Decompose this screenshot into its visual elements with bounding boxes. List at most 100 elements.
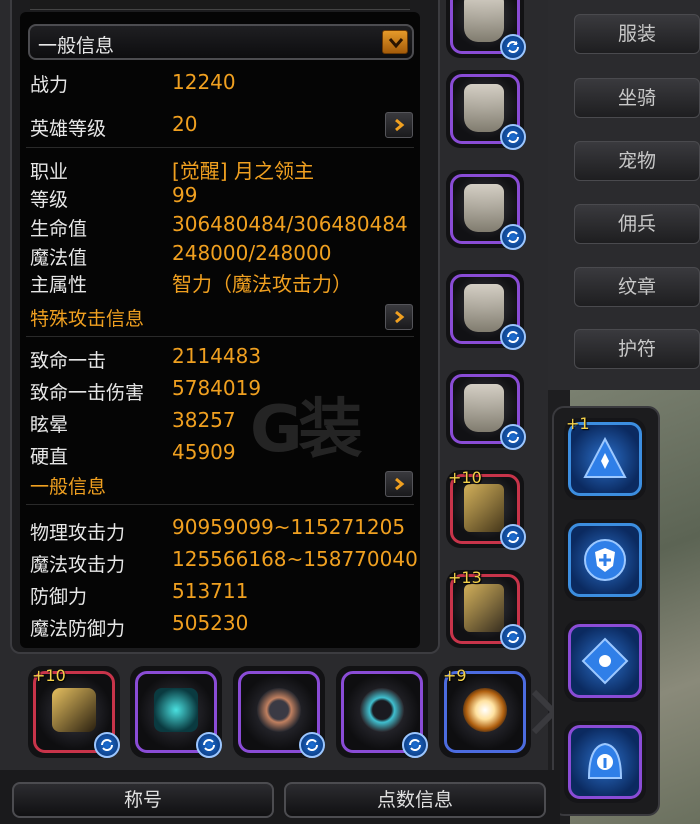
points-info-button[interactable]: 点数信息 <box>284 782 546 818</box>
stat-label: 主属性 <box>30 274 88 296</box>
stat-label: 致命一击 <box>30 350 107 372</box>
offhand-icon <box>464 584 504 632</box>
crest-shield-icon <box>584 539 626 581</box>
stagger-value: 45909 <box>172 440 236 464</box>
accessory-slot-necklace[interactable]: +10 <box>28 666 120 758</box>
title-button[interactable]: 称号 <box>12 782 274 818</box>
stat-label: 防御力 <box>30 586 88 608</box>
refresh-icon[interactable] <box>299 732 325 758</box>
menu-mount-button[interactable]: 坐骑 <box>574 78 700 118</box>
dropdown-selected-value: 一般信息 <box>38 35 115 57</box>
necklace-icon <box>52 688 96 732</box>
enhance-level: +10 <box>448 468 482 487</box>
accessory-slot-ring-right[interactable] <box>336 666 428 758</box>
crest-slot-3[interactable] <box>564 620 646 702</box>
special-attack-expand-button[interactable] <box>385 304 413 330</box>
general-info-header: 一般信息 <box>30 476 107 498</box>
crest-triangle-icon <box>583 436 627 478</box>
stat-label: 魔法攻击力 <box>30 554 126 576</box>
stat-label: 职业 <box>30 161 69 183</box>
equip-slot-boots[interactable] <box>446 370 526 450</box>
refresh-icon[interactable] <box>500 624 526 650</box>
class-value: [觉醒] 月之领主 <box>172 159 314 183</box>
equip-slot-pants[interactable] <box>446 170 526 250</box>
chevron-down-icon[interactable] <box>382 30 408 54</box>
crest-diamond-icon <box>581 637 629 685</box>
stat-label: 生命值 <box>30 218 88 240</box>
wings-icon <box>154 688 198 732</box>
divider <box>26 147 414 148</box>
menu-pet-button[interactable]: 宠物 <box>574 141 700 181</box>
refresh-icon[interactable] <box>196 732 222 758</box>
general-info-expand-button[interactable] <box>385 471 413 497</box>
refresh-icon[interactable] <box>500 34 526 60</box>
pants-icon <box>464 184 504 232</box>
stun-value: 38257 <box>172 408 236 432</box>
equip-slot-helmet[interactable] <box>446 0 526 60</box>
refresh-icon[interactable] <box>500 224 526 250</box>
helmet-icon <box>464 0 504 42</box>
panel-top-strip <box>30 0 410 10</box>
crest-slot-1[interactable]: +1 <box>564 414 646 500</box>
crest-slot-2[interactable] <box>564 519 646 601</box>
accessory-slot-orb[interactable]: +9 <box>439 666 531 758</box>
divider <box>26 504 414 505</box>
stat-label: 魔法值 <box>30 247 88 269</box>
orb-icon <box>463 688 507 732</box>
stat-label: 英雄等级 <box>30 118 107 140</box>
refresh-icon[interactable] <box>500 324 526 350</box>
boots-icon <box>464 384 504 432</box>
crit-value: 2114483 <box>172 344 262 368</box>
magic-defense-value: 505230 <box>172 611 249 635</box>
menu-mercenary-button[interactable]: 佣兵 <box>574 204 700 244</box>
refresh-icon[interactable] <box>500 124 526 150</box>
weapon-icon <box>464 484 504 532</box>
stat-label: 硬直 <box>30 446 69 468</box>
refresh-icon[interactable] <box>500 424 526 450</box>
hp-value: 306480484/306480484 <box>172 212 408 236</box>
chest-armor-icon <box>464 84 504 132</box>
crit-damage-value: 5784019 <box>172 376 262 400</box>
magic-attack-value: 125566168~158770040 <box>172 547 418 571</box>
menu-costume-button[interactable]: 服装 <box>574 14 700 54</box>
accessory-slot-wings[interactable] <box>130 666 222 758</box>
enhance-level: +1 <box>566 414 590 433</box>
crest-slot-4[interactable] <box>564 721 646 803</box>
ring-icon <box>360 688 404 732</box>
stat-label: 致命一击伤害 <box>30 382 145 404</box>
enhance-level: +10 <box>32 666 66 685</box>
level-value: 99 <box>172 183 198 207</box>
combat-power-value: 12240 <box>172 70 236 94</box>
watermark: G装 <box>250 393 363 467</box>
refresh-icon[interactable] <box>94 732 120 758</box>
crest-bell-icon <box>587 742 623 779</box>
ring-icon <box>257 688 301 732</box>
menu-talisman-button[interactable]: 护符 <box>574 329 700 369</box>
enhance-level: +13 <box>448 568 482 587</box>
special-attack-header: 特殊攻击信息 <box>30 308 145 330</box>
refresh-icon[interactable] <box>500 524 526 550</box>
stat-label: 眩晕 <box>30 414 69 436</box>
refresh-icon[interactable] <box>402 732 428 758</box>
enhance-level: +9 <box>443 666 467 685</box>
hero-level-expand-button[interactable] <box>385 112 413 138</box>
defense-value: 513711 <box>172 579 249 603</box>
equip-slot-offhand[interactable]: +13 <box>446 568 526 650</box>
accessory-slot-ring-left[interactable] <box>233 666 325 758</box>
stat-label: 战力 <box>30 74 69 96</box>
info-category-dropdown[interactable]: 一般信息 <box>28 24 414 60</box>
character-info-window: 服装 坐骑 宠物 佣兵 纹章 护符 一般信息 战力 12240 英雄等级 20 … <box>0 0 700 824</box>
mp-value: 248000/248000 <box>172 241 332 265</box>
menu-emblem-button[interactable]: 纹章 <box>574 267 700 307</box>
divider <box>26 336 414 337</box>
equip-slot-main-weapon[interactable]: +10 <box>446 468 526 550</box>
hero-level-value: 20 <box>172 112 198 136</box>
stat-label: 等级 <box>30 189 69 211</box>
stat-label: 魔法防御力 <box>30 618 126 640</box>
equip-slot-chest[interactable] <box>446 70 526 150</box>
equip-slot-gloves[interactable] <box>446 270 526 350</box>
gloves-icon <box>464 284 504 332</box>
main-attribute-value: 智力（魔法攻击力） <box>172 272 352 296</box>
stat-label: 物理攻击力 <box>30 522 126 544</box>
physical-attack-value: 90959099~115271205 <box>172 515 406 539</box>
